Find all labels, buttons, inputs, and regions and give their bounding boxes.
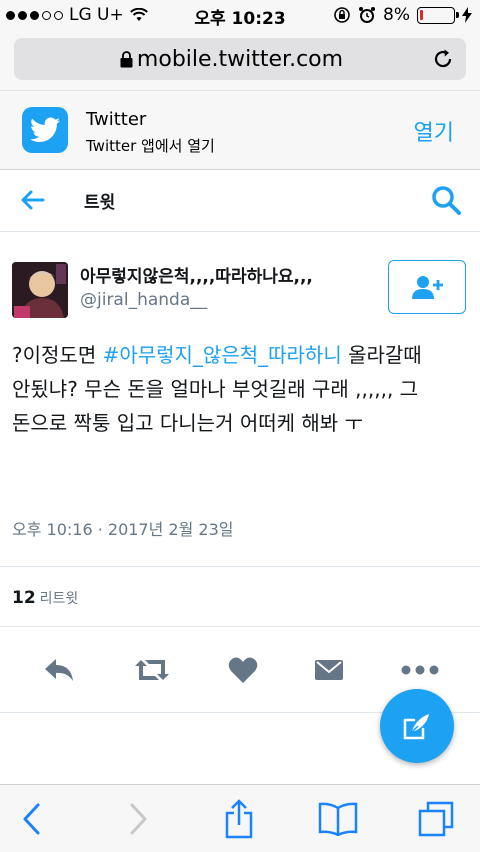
bookmarks-icon: [318, 802, 358, 836]
follow-button[interactable]: [388, 260, 466, 314]
back-arrow-icon[interactable]: [20, 188, 46, 212]
retweet-button[interactable]: [130, 650, 174, 690]
user-handle[interactable]: @jiral_handa__: [80, 290, 207, 310]
compose-icon: [403, 714, 429, 740]
browser-back-button[interactable]: [10, 799, 54, 839]
retweet-icon: [135, 660, 169, 680]
tabs-button[interactable]: [414, 799, 458, 839]
reply-button[interactable]: [37, 650, 81, 690]
smart-app-banner: Twitter Twitter 앱에서 열기 열기: [0, 90, 480, 170]
share-icon: [225, 799, 253, 839]
tweet-timestamp[interactable]: 오후 10:16 · 2017년 2월 23일: [12, 516, 233, 540]
tweet-text: ?이정도면 #아무렇지_않은척_따라하니 올라갈때 안됬냐? 무슨 돈을 얼마나…: [12, 338, 472, 440]
add-user-icon: [412, 276, 443, 299]
url-text: mobile.twitter.com: [136, 47, 344, 72]
page-title: 트윗: [84, 193, 116, 213]
open-in-app-button[interactable]: 열기: [414, 115, 454, 147]
divider: [0, 566, 480, 567]
avatar[interactable]: [12, 262, 68, 318]
hashtag-link[interactable]: #아무렇지_않은척_따라하니: [103, 343, 342, 367]
address-field[interactable]: mobile.twitter.com: [14, 38, 466, 80]
rotation-lock-icon: [334, 7, 350, 23]
display-name[interactable]: 아무렇지않은척,,,,따라하나요,,,: [80, 262, 313, 287]
charging-bolt-icon: [462, 7, 472, 23]
browser-forward-button[interactable]: [116, 799, 160, 839]
direct-message-icon: [315, 660, 343, 680]
tweet-actions: [0, 650, 480, 690]
divider: [0, 626, 480, 627]
tweet-stats[interactable]: 12 리트윗: [12, 588, 78, 608]
search-icon[interactable]: [430, 184, 462, 216]
more-button[interactable]: [398, 650, 442, 690]
browser-toolbar: [0, 784, 480, 852]
like-button[interactable]: [221, 650, 265, 690]
tweet-text-part: ?이정도면: [12, 343, 103, 367]
share-button[interactable]: [217, 799, 261, 839]
avatar-photo: [12, 262, 68, 318]
twitter-bird-icon: [30, 117, 60, 142]
battery-percent: 8%: [383, 5, 410, 25]
app-banner-subtitle: Twitter 앱에서 열기: [86, 137, 215, 155]
retweet-count-label: 리트윗: [39, 591, 79, 607]
like-icon: [228, 657, 258, 683]
browser-address-area: mobile.twitter.com: [0, 30, 480, 90]
alarm-icon: [359, 7, 376, 23]
app-banner-title: Twitter: [86, 109, 147, 130]
retweet-count: 12: [12, 588, 36, 608]
direct-message-button[interactable]: [307, 650, 351, 690]
bookmarks-button[interactable]: [316, 799, 360, 839]
twitter-app-icon[interactable]: [22, 107, 68, 153]
reload-icon[interactable]: [432, 48, 454, 70]
status-bar: LG U+ 오후 10:23 8%: [0, 0, 480, 30]
battery-icon: [417, 6, 459, 24]
forward-icon: [130, 803, 147, 835]
more-icon: [401, 665, 439, 675]
compose-tweet-button[interactable]: [380, 689, 454, 763]
tabs-icon: [418, 801, 454, 837]
back-icon: [23, 803, 40, 835]
reply-icon: [45, 659, 73, 681]
page-header: 트윗: [0, 170, 480, 232]
